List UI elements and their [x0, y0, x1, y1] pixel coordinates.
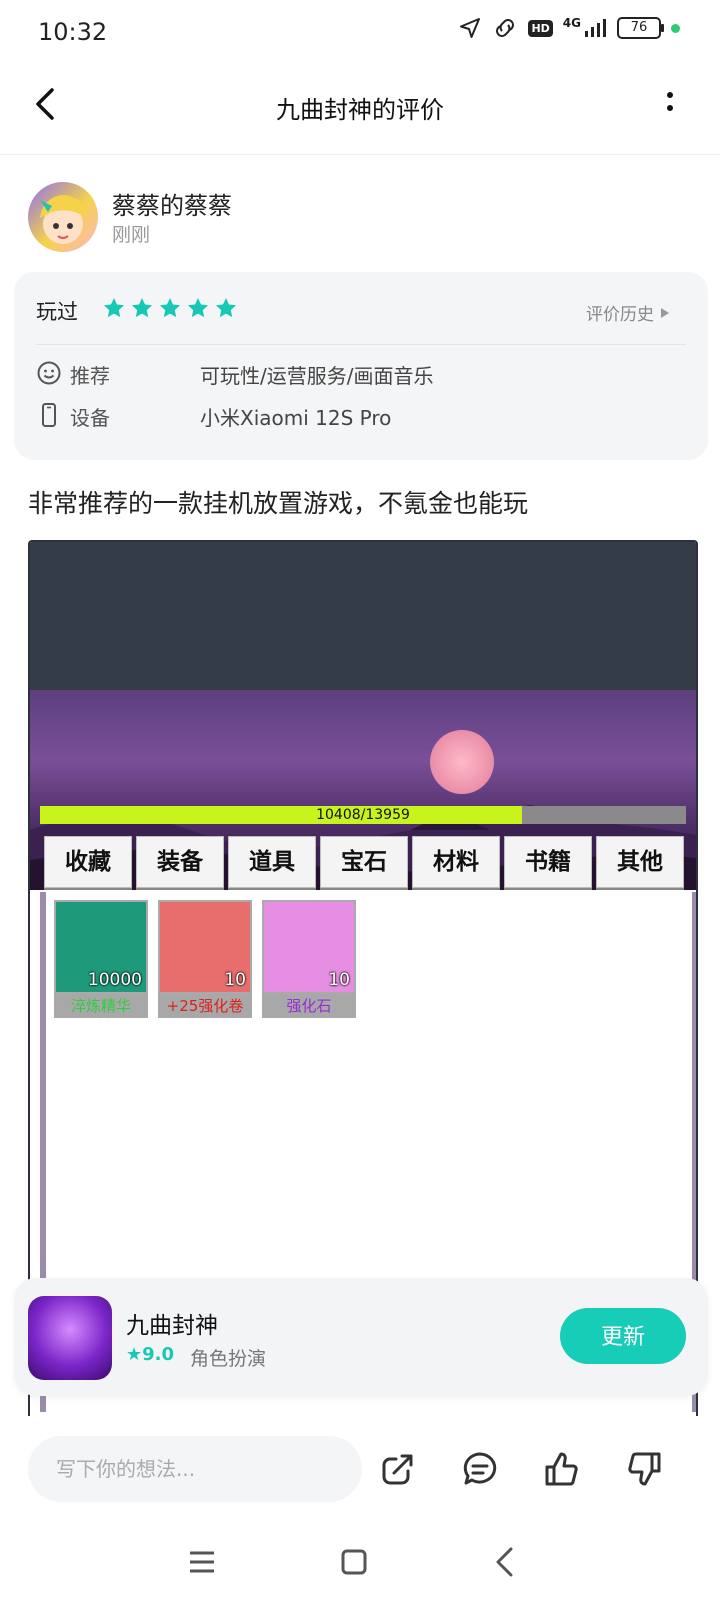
star-icon	[104, 298, 124, 318]
comment-icon[interactable]	[460, 1449, 500, 1489]
device-value: 小米Xiaomi 12S Pro	[200, 406, 392, 430]
rating-history-link[interactable]: 评价历史	[586, 300, 670, 325]
comment-input[interactable]: 写下你的想法...	[28, 1436, 362, 1502]
thumbs-up-icon[interactable]	[542, 1449, 582, 1489]
inventory-tab[interactable]: 收藏	[44, 836, 132, 888]
thumbs-down-icon[interactable]	[624, 1449, 664, 1489]
signal-icon	[585, 19, 606, 37]
inventory-tab[interactable]: 宝石	[320, 836, 408, 888]
recommend-value: 可玩性/运营服务/画面音乐	[200, 364, 434, 388]
item-count: 10	[328, 970, 350, 990]
item-icon: 10	[158, 900, 252, 994]
item-count: 10	[224, 970, 246, 990]
battery-icon: 76	[617, 17, 664, 39]
hp-text: 10408/13959	[316, 807, 410, 823]
update-button[interactable]: 更新	[560, 1308, 686, 1364]
item-name: 强化石	[262, 994, 356, 1018]
item-icon: 10	[262, 900, 356, 994]
played-label: 玩过	[36, 300, 78, 324]
star-icon	[188, 298, 208, 318]
app-category: 角色扮演	[190, 1348, 267, 1370]
device-label: 设备	[70, 406, 110, 430]
inventory-item[interactable]: 10 +25强化卷	[158, 900, 252, 1018]
star-rating	[102, 296, 238, 320]
smiley-icon	[37, 361, 61, 385]
app-score-value: 9.0	[142, 1344, 175, 1365]
item-name: 淬炼精华	[54, 994, 148, 1018]
status-time: 10:32	[38, 18, 108, 46]
star-icon	[132, 298, 152, 318]
inventory-tab[interactable]: 装备	[136, 836, 224, 888]
app-name: 九曲封神	[126, 1313, 218, 1339]
moon-image	[430, 730, 494, 794]
phone-icon	[42, 403, 56, 427]
star-icon	[160, 298, 180, 318]
card-divider	[36, 344, 686, 345]
inventory-tab[interactable]: 其他	[596, 836, 684, 888]
inventory-item[interactable]: 10000 淬炼精华	[54, 900, 148, 1018]
avatar[interactable]	[28, 182, 98, 252]
inventory-tab[interactable]: 书籍	[504, 836, 592, 888]
status-icons: HD 4G 76	[458, 16, 680, 40]
triangle-right-icon	[661, 307, 669, 318]
review-text: 非常推荐的一款挂机放置游戏，不氪金也能玩	[28, 489, 529, 518]
item-name: +25强化卷	[158, 994, 252, 1018]
hd-icon: HD	[528, 19, 553, 37]
inventory-tab[interactable]: 材料	[412, 836, 500, 888]
location-icon	[460, 18, 481, 38]
network-label: 4G	[562, 16, 581, 30]
app-score: ★9.0	[126, 1344, 175, 1365]
app-icon[interactable]	[28, 1296, 112, 1380]
username[interactable]: 蔡蔡的蔡蔡	[112, 186, 232, 221]
item-icon: 10000	[54, 900, 148, 994]
screenshot-top-area	[30, 542, 696, 690]
star-icon	[216, 298, 236, 318]
avatar-character-icon	[40, 194, 86, 244]
inventory-tab[interactable]: 道具	[228, 836, 316, 888]
link-icon	[496, 19, 515, 37]
hp-bar: 10408/13959	[40, 806, 686, 824]
item-count: 10000	[87, 970, 142, 990]
recommend-label: 推荐	[70, 364, 110, 388]
rating-history-label: 评价历史	[586, 305, 654, 325]
privacy-dot-icon	[671, 23, 680, 33]
share-icon[interactable]	[378, 1449, 418, 1489]
post-time: 刚刚	[112, 224, 151, 246]
inventory-item[interactable]: 10 强化石	[262, 900, 356, 1018]
inventory-tabs: 收藏 装备 道具 宝石 材料 书籍 其他	[44, 836, 684, 888]
more-options-icon[interactable]	[660, 88, 680, 118]
menu-icon[interactable]	[184, 1544, 220, 1580]
home-icon[interactable]	[336, 1544, 372, 1580]
page-title: 九曲封神的评价	[276, 96, 444, 124]
nav-back-icon[interactable]	[488, 1544, 524, 1580]
